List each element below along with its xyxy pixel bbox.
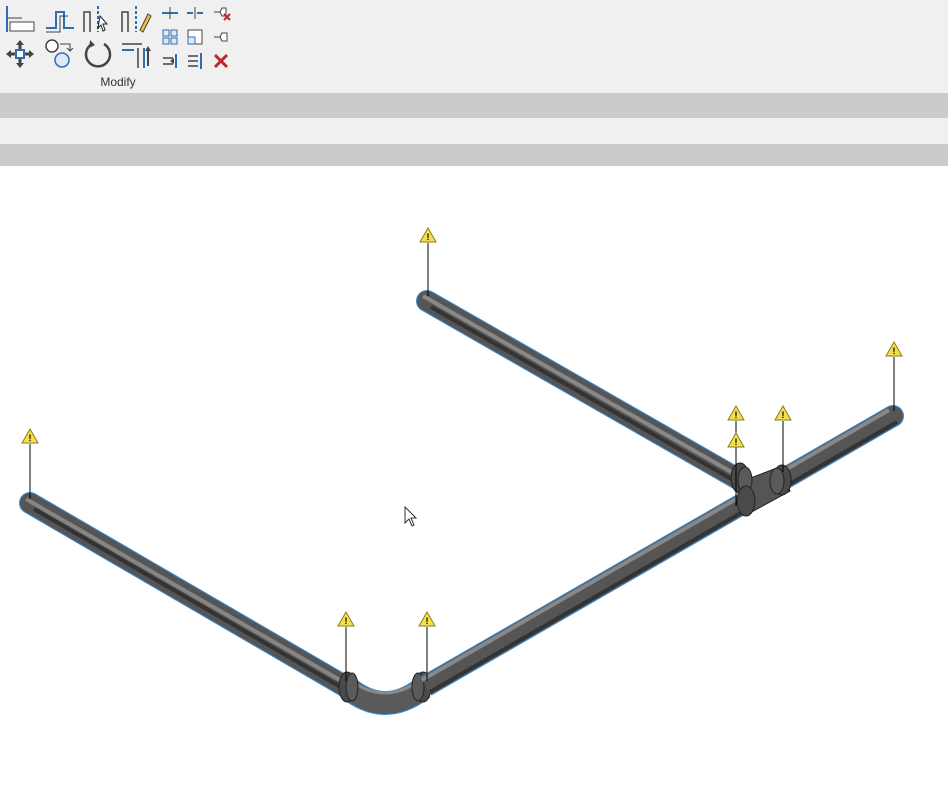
- unpin-icon[interactable]: [212, 4, 232, 22]
- pipe-segment-back[interactable]: [416, 290, 749, 490]
- svg-text:!: !: [735, 410, 738, 420]
- move-icon[interactable]: [4, 38, 36, 70]
- align-icon[interactable]: [4, 4, 36, 34]
- svg-text:!: !: [893, 346, 896, 356]
- pipe-tee[interactable]: [730, 462, 792, 517]
- warning-marker[interactable]: !: [885, 340, 903, 411]
- view-tab-strip: [0, 144, 948, 166]
- warning-marker[interactable]: !: [21, 427, 39, 499]
- drawing-viewport[interactable]: ! ! ! ! ! ! ! !: [0, 166, 948, 788]
- ribbon-modify-panel: Modify: [0, 0, 948, 93]
- warning-marker[interactable]: !: [774, 404, 792, 472]
- pipe-elbow[interactable]: [338, 671, 432, 715]
- svg-text:!: !: [427, 232, 430, 242]
- warning-marker[interactable]: !: [419, 226, 437, 296]
- svg-text:!: !: [29, 433, 32, 443]
- copy-icon[interactable]: [44, 38, 76, 70]
- svg-text:!: !: [782, 410, 785, 420]
- pipe-segment-left[interactable]: [19, 492, 359, 699]
- pipe-segment-right[interactable]: [771, 405, 904, 491]
- svg-text:!: !: [735, 437, 738, 447]
- split-element-icon[interactable]: [161, 5, 179, 21]
- array-icon[interactable]: [161, 28, 179, 46]
- svg-text:!: !: [345, 616, 348, 626]
- trim-extend-multiple-icon[interactable]: [186, 52, 204, 70]
- delete-icon[interactable]: [212, 52, 230, 70]
- svg-text:!: !: [426, 616, 429, 626]
- split-with-gap-icon[interactable]: [186, 5, 204, 21]
- offset-icon[interactable]: [44, 4, 76, 34]
- modify-panel-label: Modify: [100, 75, 136, 89]
- properties-strip: [0, 118, 948, 144]
- trim-extend-single-icon[interactable]: [161, 52, 179, 70]
- options-bar: [0, 93, 948, 118]
- pin-icon[interactable]: [212, 29, 230, 45]
- scale-icon[interactable]: [186, 28, 204, 46]
- mouse-cursor-icon: [404, 505, 418, 527]
- warning-marker[interactable]: !: [337, 610, 355, 681]
- mirror-pick-axis-icon[interactable]: [82, 4, 114, 34]
- rotate-icon[interactable]: [82, 38, 114, 70]
- trim-extend-to-corner-icon[interactable]: [120, 38, 154, 70]
- mirror-draw-axis-icon[interactable]: [120, 4, 152, 34]
- pipe-segment-main[interactable]: [420, 494, 748, 696]
